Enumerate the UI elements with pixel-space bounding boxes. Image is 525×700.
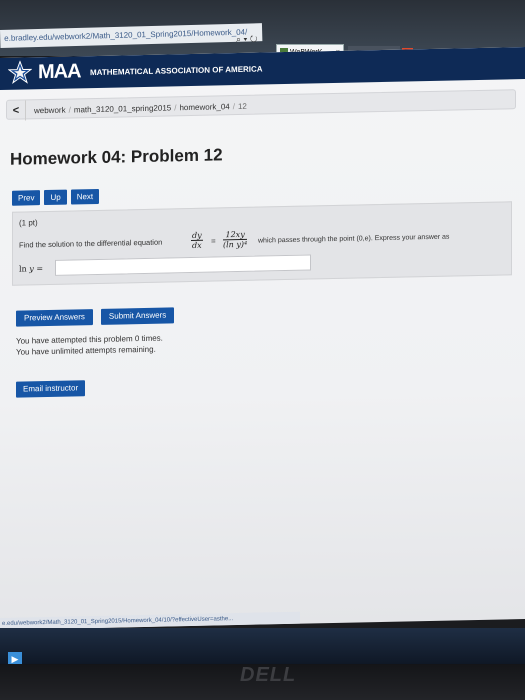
problem-nav: Prev Up Next — [12, 186, 103, 206]
maa-logo[interactable]: MAA — [38, 60, 81, 84]
breadcrumb-item-webwork[interactable]: webwork — [34, 106, 66, 116]
answer-input[interactable] — [55, 254, 311, 276]
answer-label-var: y — [29, 264, 34, 274]
equals-sign: = — [211, 236, 216, 246]
search-icon[interactable]: ⌕ ▾ ↻ — [236, 34, 257, 45]
lhs-denominator: dx — [192, 240, 202, 250]
breadcrumb-item-problem: 12 — [237, 101, 247, 112]
problem-points: (1 pt) — [19, 218, 38, 228]
rhs-numerator: 12xy — [223, 229, 248, 241]
dell-logo: DELL — [240, 664, 297, 686]
rhs-denominator: (ln y)⁴ — [223, 239, 248, 250]
problem-box: (1 pt) Find the solution to the differen… — [12, 201, 512, 286]
problem-condition: which passes through the point (0,e). Ex… — [258, 233, 450, 245]
prev-button[interactable]: Prev — [12, 190, 41, 206]
up-button[interactable]: Up — [44, 189, 67, 206]
problem-intro: Find the solution to the differential eq… — [19, 237, 163, 250]
answer-label-eq: = — [36, 264, 44, 274]
breadcrumb-separator: / — [174, 103, 177, 113]
maa-star-icon — [8, 60, 32, 85]
attempts-info: You have attempted this problem 0 times.… — [16, 333, 163, 358]
answer-label-fn: ln — [19, 264, 27, 274]
page-title: Homework 04: Problem 12 — [10, 145, 223, 169]
lhs-numerator: dy — [191, 230, 203, 241]
answer-label: ln y = — [19, 264, 43, 274]
email-instructor-button[interactable]: Email instructor — [16, 380, 86, 398]
breadcrumb: < webwork / math_3120_01_spring2015/homewor… — [6, 89, 516, 121]
breadcrumb-item-course[interactable]: math_3120_01_spring2015 — [74, 103, 171, 114]
back-button[interactable]: < — [7, 100, 26, 121]
attempts-remaining: You have unlimited attempts remaining. — [16, 344, 156, 357]
breadcrumb-separator: / — [232, 102, 235, 112]
preview-answers-button[interactable]: Preview Answers — [16, 309, 93, 327]
answer-actions: Preview Answers Submit Answers — [16, 304, 182, 327]
maa-org-name: MATHEMATICAL ASSOCIATION OF AMERICA — [90, 64, 263, 78]
webpage: MAA MATHEMATICAL ASSOCIATION OF AMERICA … — [0, 47, 525, 631]
next-button[interactable]: Next — [70, 188, 100, 205]
submit-answers-button[interactable]: Submit Answers — [100, 307, 175, 325]
rhs-fraction: 12xy (ln y)⁴ — [223, 229, 248, 250]
taskbar — [0, 628, 525, 664]
breadcrumb-item-homework[interactable]: homework_04 — [179, 102, 229, 112]
lhs-fraction: dy dx — [191, 230, 203, 250]
breadcrumb-separator: / — [68, 105, 71, 115]
